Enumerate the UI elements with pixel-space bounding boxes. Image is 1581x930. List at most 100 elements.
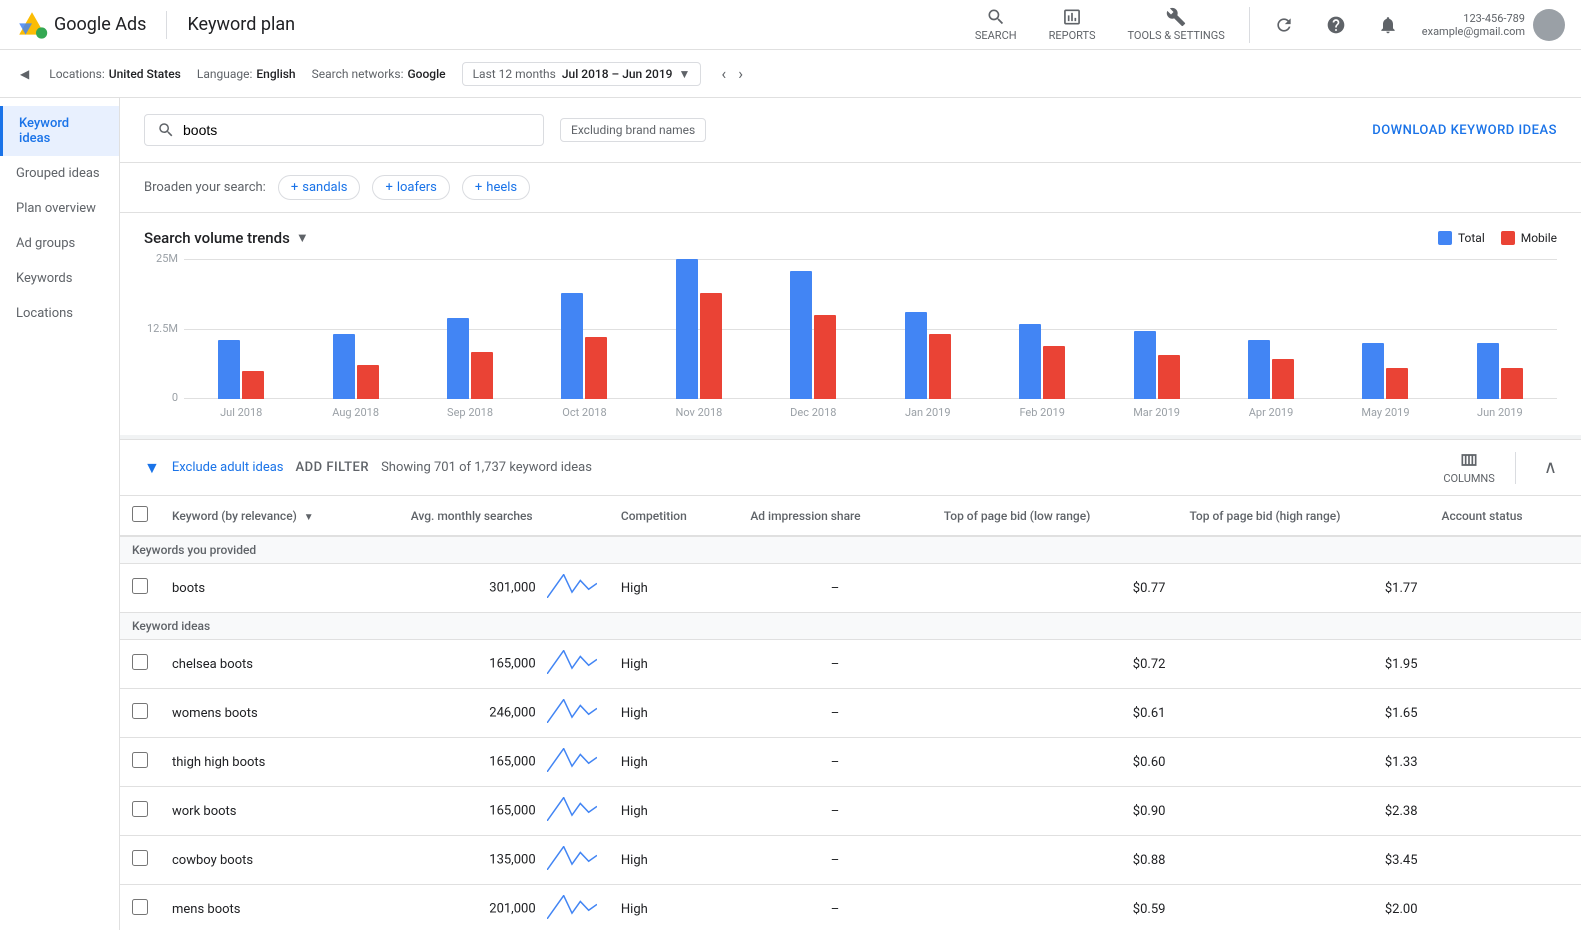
row-checkbox[interactable]: [132, 752, 148, 768]
excluding-brand-names-badge[interactable]: Excluding brand names: [560, 118, 706, 142]
bar-total: [333, 334, 355, 399]
broaden-chip-sandals[interactable]: + sandals: [278, 175, 361, 200]
user-avatar[interactable]: [1533, 9, 1565, 41]
plus-icon: +: [291, 180, 298, 195]
bar-total: [676, 259, 698, 399]
chart-legend: Total Mobile: [1438, 231, 1557, 245]
bar-group[interactable]: [184, 340, 298, 399]
search-input[interactable]: [183, 122, 531, 138]
reports-nav-button[interactable]: REPORTS: [1041, 3, 1104, 46]
bar-group[interactable]: [413, 318, 527, 399]
sidebar-item-keyword-ideas[interactable]: Keyword ideas: [0, 106, 119, 156]
bar-group[interactable]: [871, 312, 985, 399]
keyword-cell: boots: [160, 564, 399, 613]
sidebar-item-keywords[interactable]: Keywords: [0, 261, 119, 296]
sidebar-item-plan-overview[interactable]: Plan overview: [0, 191, 119, 226]
chart-bars: [184, 259, 1557, 399]
bid-high-cell: $1.95: [1177, 640, 1429, 689]
bar-group[interactable]: [985, 324, 1099, 399]
grid-label: 25M: [140, 252, 178, 265]
plus-icon: +: [385, 180, 392, 195]
excluding-label: Excluding brand names: [571, 123, 695, 137]
download-keyword-ideas-button[interactable]: DOWNLOAD KEYWORD IDEAS: [1372, 123, 1557, 138]
bar-total: [218, 340, 240, 399]
row-checkbox[interactable]: [132, 654, 148, 670]
keyword-search-box[interactable]: [144, 114, 544, 146]
sidebar-toggle-button[interactable]: ◀: [16, 63, 33, 85]
keyword-cell: thigh high boots: [160, 738, 399, 787]
bar-group[interactable]: [1214, 340, 1328, 399]
bar-group[interactable]: [1099, 331, 1213, 399]
keyword-cell: mens boots: [160, 885, 399, 930]
row-checkbox[interactable]: [132, 801, 148, 817]
grid-label: 12.5M: [140, 322, 178, 335]
bar-group[interactable]: [756, 271, 870, 399]
period-label: Last 12 months: [473, 67, 556, 81]
networks-filter: Search networks: Google: [312, 67, 446, 81]
impression-cell: –: [738, 885, 931, 930]
select-all-checkbox[interactable]: [132, 506, 148, 522]
row-checkbox[interactable]: [132, 578, 148, 594]
bar-group[interactable]: [642, 259, 756, 399]
account-status-label: Account status: [1442, 509, 1523, 523]
bar-month-label: Jan 2019: [871, 406, 985, 419]
keyword-header[interactable]: Keyword (by relevance) ▼: [160, 496, 399, 536]
bar-group[interactable]: [298, 334, 412, 399]
bar-group[interactable]: [1328, 343, 1442, 399]
sparkline-svg: [547, 895, 597, 919]
competition-cell: High: [609, 738, 738, 787]
tools-nav-button[interactable]: TOOLS & SETTINGS: [1120, 3, 1233, 46]
tools-nav-label: TOOLS & SETTINGS: [1128, 29, 1225, 42]
row-checkbox[interactable]: [132, 703, 148, 719]
showing-count-text: Showing 701 of 1,737 keyword ideas: [381, 460, 1431, 475]
chip-heels-label: heels: [486, 180, 517, 195]
bar-month-label: Jun 2019: [1443, 406, 1557, 419]
avg-searches-label: Avg. monthly searches: [411, 509, 533, 523]
bar-mobile: [585, 337, 607, 399]
bar-total: [561, 293, 583, 399]
locations-label: Locations:: [49, 67, 105, 81]
sidebar-item-locations[interactable]: Locations: [0, 296, 119, 331]
exclude-adult-ideas-button[interactable]: Exclude adult ideas: [172, 460, 284, 475]
collapse-chart-button[interactable]: ∧: [1544, 457, 1557, 478]
competition-cell: High: [609, 836, 738, 885]
bid-high-header: Top of page bid (high range): [1177, 496, 1429, 536]
sidebar-item-grouped-ideas[interactable]: Grouped ideas: [0, 156, 119, 191]
bar-total: [790, 271, 812, 399]
row-checkbox[interactable]: [132, 850, 148, 866]
sidebar-item-ad-groups[interactable]: Ad groups: [0, 226, 119, 261]
table-row: mens boots201,000 High–$0.59$2.00: [120, 885, 1581, 930]
bar-month-label: Feb 2019: [985, 406, 1099, 419]
bar-total: [1134, 331, 1156, 399]
table-row: boots301,000 High–$0.77$1.77: [120, 564, 1581, 613]
date-prev-button[interactable]: ‹: [717, 62, 730, 85]
keyword-cell: cowboy boots: [160, 836, 399, 885]
main-layout: Keyword ideas Grouped ideas Plan overvie…: [0, 98, 1581, 930]
account-status-cell: [1430, 738, 1581, 787]
select-all-header[interactable]: [120, 496, 160, 536]
broaden-chip-loafers[interactable]: + loafers: [372, 175, 449, 200]
competition-cell: High: [609, 787, 738, 836]
broaden-chip-heels[interactable]: + heels: [462, 175, 530, 200]
add-filter-button[interactable]: ADD FILTER: [296, 460, 370, 475]
legend-mobile-color: [1501, 231, 1515, 245]
sidebar-item-grouped-ideas-label: Grouped ideas: [16, 166, 100, 181]
locations-filter: Locations: United States: [49, 67, 181, 81]
columns-button[interactable]: COLUMNS: [1443, 450, 1494, 485]
bar-group[interactable]: [1443, 343, 1557, 399]
date-range-selector[interactable]: Last 12 months Jul 2018 – Jun 2019 ▼: [462, 62, 702, 86]
avg-searches-cell: 246,000: [399, 689, 609, 738]
account-status-cell: [1430, 689, 1581, 738]
bar-group[interactable]: [527, 293, 641, 399]
user-info: 123-456-789 example@gmail.com: [1422, 9, 1565, 41]
help-button[interactable]: [1318, 11, 1354, 39]
ad-impression-label: Ad impression share: [750, 509, 860, 523]
account-status-cell: [1430, 787, 1581, 836]
row-checkbox[interactable]: [132, 899, 148, 915]
search-nav-button[interactable]: SEARCH: [967, 3, 1025, 46]
chart-title-row[interactable]: Search volume trends ▼: [144, 229, 309, 247]
refresh-button[interactable]: [1266, 11, 1302, 39]
notifications-button[interactable]: [1370, 11, 1406, 39]
date-next-button[interactable]: ›: [734, 62, 747, 85]
sparkline: [547, 574, 597, 602]
